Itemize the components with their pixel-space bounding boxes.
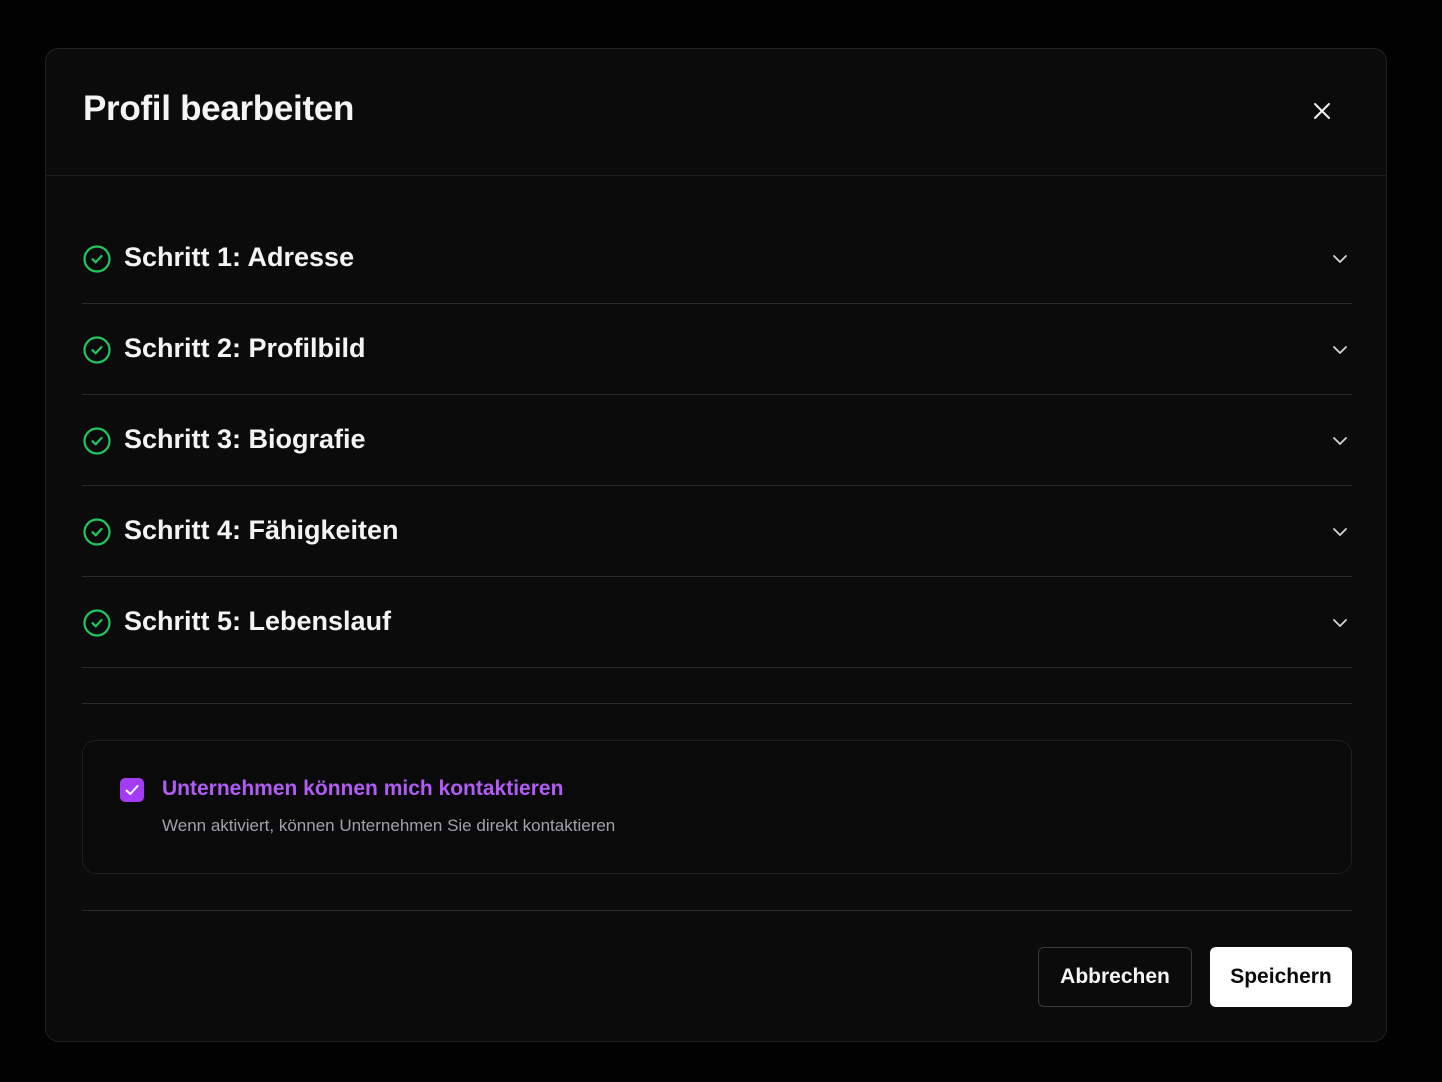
accordion-item-step-5[interactable]: Schritt 5: Lebenslauf bbox=[82, 577, 1352, 668]
close-button[interactable] bbox=[1308, 97, 1336, 125]
chevron-down-icon bbox=[1333, 437, 1347, 445]
footer-divider bbox=[82, 910, 1352, 911]
checkmark-icon bbox=[125, 785, 139, 795]
check-circle-icon bbox=[83, 245, 111, 273]
step-label: Schritt 5: Lebenslauf bbox=[124, 606, 392, 636]
edit-profile-dialog: Profil bearbeiten Schritt 1: Adresse Sch… bbox=[45, 48, 1387, 1042]
dialog-title: Profil bearbeiten bbox=[83, 89, 355, 128]
accordion-item-step-2[interactable]: Schritt 2: Profilbild bbox=[82, 304, 1352, 395]
close-icon bbox=[1314, 103, 1330, 119]
contact-permission-card: Unternehmen können mich kontaktieren Wen… bbox=[82, 740, 1352, 874]
contact-checkbox-label[interactable]: Unternehmen können mich kontaktieren bbox=[162, 777, 563, 801]
save-button[interactable]: Speichern bbox=[1210, 947, 1352, 1007]
check-circle-icon bbox=[83, 427, 111, 455]
section-divider bbox=[82, 703, 1352, 704]
steps-accordion: Schritt 1: Adresse Schritt 2: Profilbild… bbox=[82, 213, 1352, 668]
chevron-down-icon bbox=[1333, 619, 1347, 627]
step-label: Schritt 4: Fähigkeiten bbox=[124, 515, 399, 545]
check-circle-icon bbox=[83, 336, 111, 364]
contact-description: Wenn aktiviert, können Unternehmen Sie d… bbox=[162, 816, 616, 835]
chevron-down-icon bbox=[1333, 255, 1347, 263]
step-label: Schritt 1: Adresse bbox=[124, 242, 355, 272]
chevron-down-icon bbox=[1333, 528, 1347, 536]
check-circle-icon bbox=[83, 609, 111, 637]
chevron-down-icon bbox=[1333, 346, 1347, 354]
check-circle-icon bbox=[83, 518, 111, 546]
step-label: Schritt 3: Biografie bbox=[124, 424, 366, 454]
accordion-item-step-1[interactable]: Schritt 1: Adresse bbox=[82, 213, 1352, 304]
accordion-item-step-3[interactable]: Schritt 3: Biografie bbox=[82, 395, 1352, 486]
contact-checkbox[interactable] bbox=[120, 778, 144, 802]
cancel-button[interactable]: Abbrechen bbox=[1038, 947, 1192, 1007]
accordion-item-step-4[interactable]: Schritt 4: Fähigkeiten bbox=[82, 486, 1352, 577]
dialog-header: Profil bearbeiten bbox=[46, 49, 1386, 176]
step-label: Schritt 2: Profilbild bbox=[124, 333, 366, 363]
